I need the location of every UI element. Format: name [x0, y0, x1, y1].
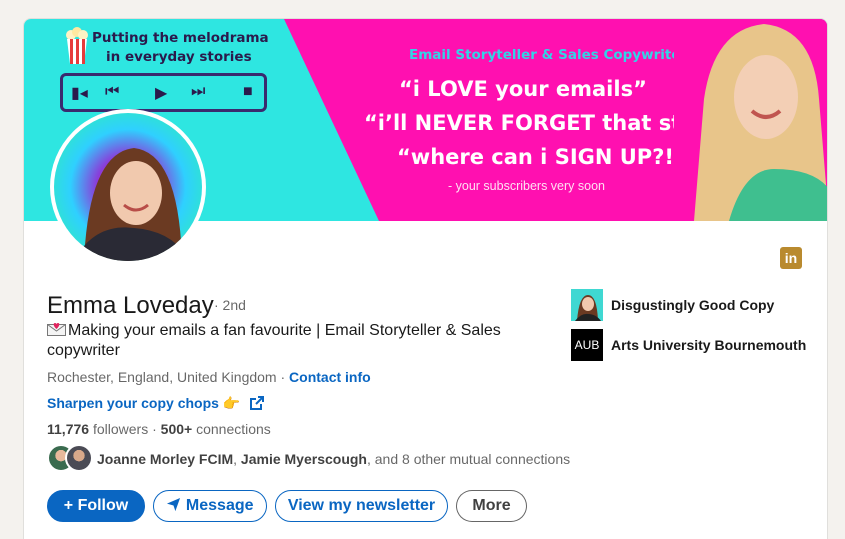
- stats-separator: ·: [152, 421, 161, 437]
- profile-stats: 11,776 followers · 500+ connections: [47, 421, 271, 437]
- send-icon: [167, 497, 181, 512]
- banner-tagline-line2: in everyday stories: [106, 49, 252, 65]
- org-current-company[interactable]: Disgustingly Good Copy: [571, 289, 821, 321]
- banner-signature: - your subscribers very soon: [448, 179, 606, 193]
- profile-name: Emma Loveday: [47, 292, 214, 319]
- connection-degree: · 2nd: [214, 297, 246, 313]
- popcorn-icon: [66, 27, 88, 64]
- mutual-connections[interactable]: Joanne Morley FCIM, Jamie Myerscough, an…: [47, 444, 587, 474]
- followers-label: followers: [89, 421, 149, 437]
- banner-tagline: Putting the melodrama in everyday storie…: [92, 29, 269, 67]
- volume-icon: ▮◂: [71, 85, 88, 102]
- linkedin-icon[interactable]: in: [780, 247, 802, 269]
- location-text: Rochester, England, United Kingdom: [47, 369, 277, 385]
- stop-icon: ■: [243, 83, 253, 100]
- contact-info-link[interactable]: Contact info: [289, 369, 371, 385]
- next-icon: ⏭: [191, 83, 206, 100]
- profile-location-line: Rochester, England, United Kingdom · Con…: [47, 369, 371, 385]
- banner-quote-1: “i LOVE your emails”: [399, 77, 647, 101]
- separator: ·: [276, 369, 290, 385]
- banner-quote-3: “where can i SIGN UP?!”: [397, 145, 688, 169]
- envelope-heart-icon: [47, 323, 66, 336]
- followers-link[interactable]: 11,776 followers: [47, 421, 148, 437]
- org-education[interactable]: AUB Arts University Bournemouth: [571, 329, 821, 361]
- play-icon: ▶: [155, 85, 168, 102]
- company-name: Disgustingly Good Copy: [611, 297, 775, 313]
- connections-link[interactable]: 500+ connections: [161, 421, 271, 437]
- mutual-connections-text: Joanne Morley FCIM, Jamie Myerscough, an…: [97, 451, 571, 467]
- avatar-photo: [54, 113, 202, 261]
- profile-card: Putting the melodrama in everyday storie…: [23, 18, 828, 539]
- previous-icon: ⏮: [105, 83, 120, 100]
- mutual-name-2: Jamie Myerscough: [240, 451, 367, 467]
- company-logo: [571, 289, 603, 321]
- view-newsletter-button[interactable]: View my newsletter: [275, 490, 448, 522]
- profile-avatar[interactable]: [50, 109, 206, 265]
- follow-label: Follow: [77, 497, 129, 514]
- school-logo: AUB: [571, 329, 603, 361]
- school-name: Arts University Bournemouth: [611, 337, 807, 353]
- message-label: Message: [185, 497, 254, 514]
- banner-portrait-photo: [674, 19, 827, 221]
- website-link-text[interactable]: Sharpen your copy chops: [47, 395, 219, 411]
- connections-label: connections: [192, 421, 271, 437]
- connections-count: 500+: [160, 421, 193, 437]
- profile-headline: Making your emails a fan favourite | Ema…: [47, 321, 527, 361]
- followers-count: 11,776: [47, 421, 90, 437]
- pointing-hand-icon: 👉: [222, 395, 241, 411]
- avatar-portrait: [74, 148, 189, 261]
- mutual-rest: , and 8 other mutual connections: [366, 451, 571, 467]
- more-button[interactable]: More: [456, 490, 527, 522]
- headline-text: Making your emails a fan favourite | Ema…: [47, 322, 501, 359]
- banner-tagline-line1: Putting the melodrama: [92, 30, 269, 46]
- mutual-name-1: Joanne Morley FCIM: [97, 451, 234, 467]
- message-button[interactable]: Message: [153, 490, 267, 522]
- mutual-avatar-2: [65, 444, 93, 472]
- follow-button[interactable]: + Follow: [47, 490, 145, 522]
- plus-icon: +: [63, 497, 74, 514]
- website-link[interactable]: Sharpen your copy chops 👉: [47, 395, 265, 412]
- external-link-icon[interactable]: [250, 395, 265, 411]
- banner-subtitle: Email Storyteller & Sales Copywriter: [409, 47, 688, 63]
- media-player-graphic: ▮◂ ⏮ ▶ ⏭ ■: [60, 73, 267, 112]
